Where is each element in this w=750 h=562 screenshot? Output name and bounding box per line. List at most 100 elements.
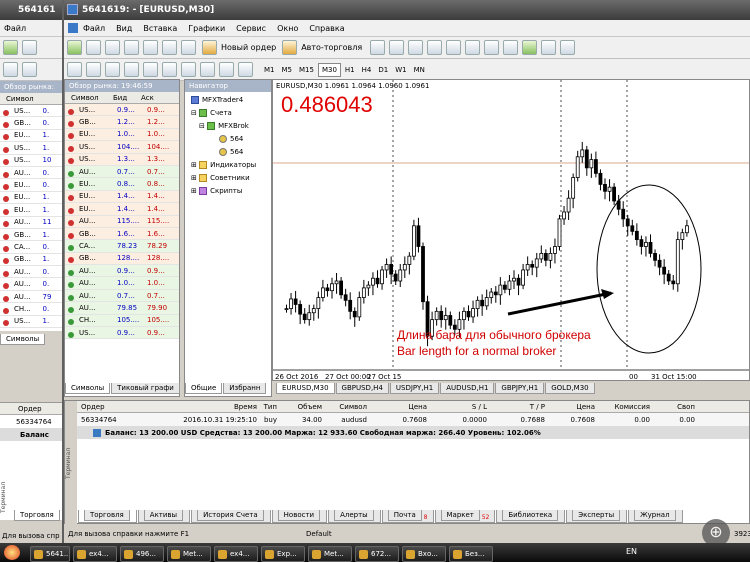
terminal-tab[interactable]: Торговля	[78, 510, 137, 524]
chart-tab[interactable]: GOLD,M30	[545, 383, 595, 394]
back-market-row[interactable]: US... 1.	[0, 316, 62, 329]
terminal-tab[interactable]: Новости	[271, 510, 328, 524]
text-icon[interactable]	[200, 62, 215, 77]
crosshair-icon[interactable]	[22, 62, 37, 77]
market-row[interactable]: GB... 128.... 128....	[65, 252, 179, 266]
mw-tab[interactable]: Тиковый графи	[111, 383, 180, 394]
back-col-symbol[interactable]: Символ	[0, 93, 46, 104]
chart-tab[interactable]: USDJPY,H1	[389, 383, 440, 394]
timeframe-m30[interactable]: M30	[317, 62, 341, 77]
terminal-tab[interactable]: Журнал	[628, 510, 683, 524]
periods-icon[interactable]	[541, 40, 557, 55]
mw-col-header[interactable]: Символ	[65, 92, 111, 103]
terminal-tab[interactable]: Библиотека	[496, 510, 566, 524]
arrows-icon[interactable]	[238, 62, 253, 77]
fibo-icon[interactable]	[181, 62, 196, 77]
chart-shift-icon[interactable]	[503, 40, 519, 55]
app-menu-icon[interactable]	[68, 23, 78, 33]
language-indicator[interactable]: EN	[626, 547, 637, 556]
profiles-icon[interactable]	[86, 40, 101, 55]
taskbar-button[interactable]: Exp...	[261, 546, 305, 562]
chart-area[interactable]: EURUSD,M30 1.0961 1.0964 1.0960 1.0961 0…	[272, 79, 750, 381]
terminal-col-header[interactable]: Время	[147, 401, 257, 412]
trendline-icon[interactable]	[143, 62, 158, 77]
menu-item[interactable]: Файл	[83, 24, 105, 33]
vertical-line-icon[interactable]	[105, 62, 120, 77]
market-row[interactable]: AU... 0.7... 0.7...	[65, 165, 179, 179]
back-market-row[interactable]: US... 1.	[0, 142, 62, 155]
terminal-tab[interactable]: Эксперты	[566, 510, 628, 524]
market-row[interactable]: CA... 78.23 78.29	[65, 240, 179, 253]
terminal-tab[interactable]: Маркет 52	[434, 510, 496, 524]
timeframe-mn[interactable]: MN	[411, 64, 428, 76]
chart-tab[interactable]: GBPJPY,H1	[495, 383, 545, 394]
timeframe-d1[interactable]: D1	[375, 64, 391, 76]
menu-item[interactable]: Графики	[188, 24, 225, 33]
terminal-tab[interactable]: Почта 8	[381, 510, 434, 524]
market-row[interactable]: AU... 0.7... 0.7...	[65, 289, 179, 303]
back-market-row[interactable]: AU... 0.	[0, 167, 62, 180]
candles-icon[interactable]	[389, 40, 405, 55]
taskbar-button[interactable]: Без...	[449, 546, 493, 562]
taskbar-button[interactable]: Met...	[167, 546, 211, 562]
new-chart-icon[interactable]	[67, 40, 82, 55]
back-market-row[interactable]: GB... 1.	[0, 229, 62, 242]
new-order-button[interactable]: Новый ордер	[202, 40, 276, 55]
back-market-row[interactable]: GB... 1.	[0, 254, 62, 267]
back-market-row[interactable]: AU... 11	[0, 217, 62, 229]
chart-tab[interactable]: GBPUSD,H4	[335, 383, 389, 394]
timeframe-h4[interactable]: H4	[359, 64, 375, 76]
zoom-out-icon[interactable]	[446, 40, 462, 55]
back-tab-symbols[interactable]: Символы	[0, 334, 46, 345]
taskbar-button[interactable]: 496...	[120, 546, 164, 562]
nav-tab-favorites[interactable]: Избранн	[223, 383, 267, 394]
timeframe-m15[interactable]: M15	[296, 64, 317, 76]
profiles-icon[interactable]	[22, 40, 37, 55]
back-market-row[interactable]: EU... 1.	[0, 130, 62, 143]
nav-tab-common[interactable]: Общие	[185, 383, 223, 394]
horizontal-line-icon[interactable]	[124, 62, 139, 77]
back-market-row[interactable]: US... 0.	[0, 105, 62, 118]
nav-advisors[interactable]: ⊞ Советники	[185, 172, 271, 185]
menu-item[interactable]: Окно	[277, 24, 298, 33]
terminal-icon[interactable]	[162, 40, 177, 55]
terminal-col-header[interactable]: Комиссия	[595, 401, 650, 412]
menu-item[interactable]: Вставка	[143, 24, 177, 33]
terminal-col-header[interactable]: S / L	[427, 401, 487, 412]
market-row[interactable]: US... 1.3... 1.3...	[65, 153, 179, 166]
start-button[interactable]	[4, 545, 20, 560]
indicators-icon[interactable]	[522, 40, 538, 55]
order-row[interactable]: 56334764 2016.10.31 19:25:10 buy 34.00 audus…	[77, 413, 749, 426]
menu-item[interactable]: Сервис	[236, 24, 266, 33]
back-market-row[interactable]: EU... 1.	[0, 204, 62, 217]
nav-root[interactable]: MFXTrader4	[185, 94, 271, 107]
market-row[interactable]: GB... 1.6... 1.6...	[65, 227, 179, 241]
back-market-row[interactable]: CH... 0.	[0, 303, 62, 316]
market-row[interactable]: EU... 0.8... 0.8...	[65, 178, 179, 191]
nav-broker[interactable]: ⊟ MFXBrok	[185, 120, 271, 133]
back-market-row[interactable]: US... 10	[0, 155, 62, 167]
timeframe-h1[interactable]: H1	[342, 64, 358, 76]
back-market-row[interactable]: AU... 0.	[0, 278, 62, 291]
market-row[interactable]: CH... 105.... 105....	[65, 314, 179, 328]
mw-tab[interactable]: Символы	[65, 383, 111, 394]
chart-tab[interactable]: EURUSD,M30	[276, 383, 335, 394]
back-market-row[interactable]: CA... 0.	[0, 241, 62, 254]
terminal-col-header[interactable]: Своп	[650, 401, 695, 412]
back-market-row[interactable]: EU... 0.	[0, 179, 62, 192]
market-row[interactable]: US... 104.... 104....	[65, 141, 179, 154]
line-chart-icon[interactable]	[408, 40, 424, 55]
timeframe-m1[interactable]: M1	[261, 64, 278, 76]
taskbar-button[interactable]: 5641...	[30, 546, 70, 562]
mw-col-header[interactable]: Аск	[139, 92, 167, 103]
timeframe-m5[interactable]: M5	[279, 64, 296, 76]
terminal-tab[interactable]: История Счета	[191, 510, 271, 524]
new-chart-icon[interactable]	[3, 40, 18, 55]
back-tab-trading[interactable]: Торговля	[14, 510, 60, 521]
channel-icon[interactable]	[162, 62, 177, 77]
market-row[interactable]: AU... 79.85 79.90	[65, 302, 179, 315]
terminal-col-header[interactable]: Тип	[257, 401, 277, 412]
taskbar-button[interactable]: Вхо...	[402, 546, 446, 562]
market-row[interactable]: US... 0.9... 0.9...	[65, 104, 179, 117]
tester-icon[interactable]	[181, 40, 196, 55]
